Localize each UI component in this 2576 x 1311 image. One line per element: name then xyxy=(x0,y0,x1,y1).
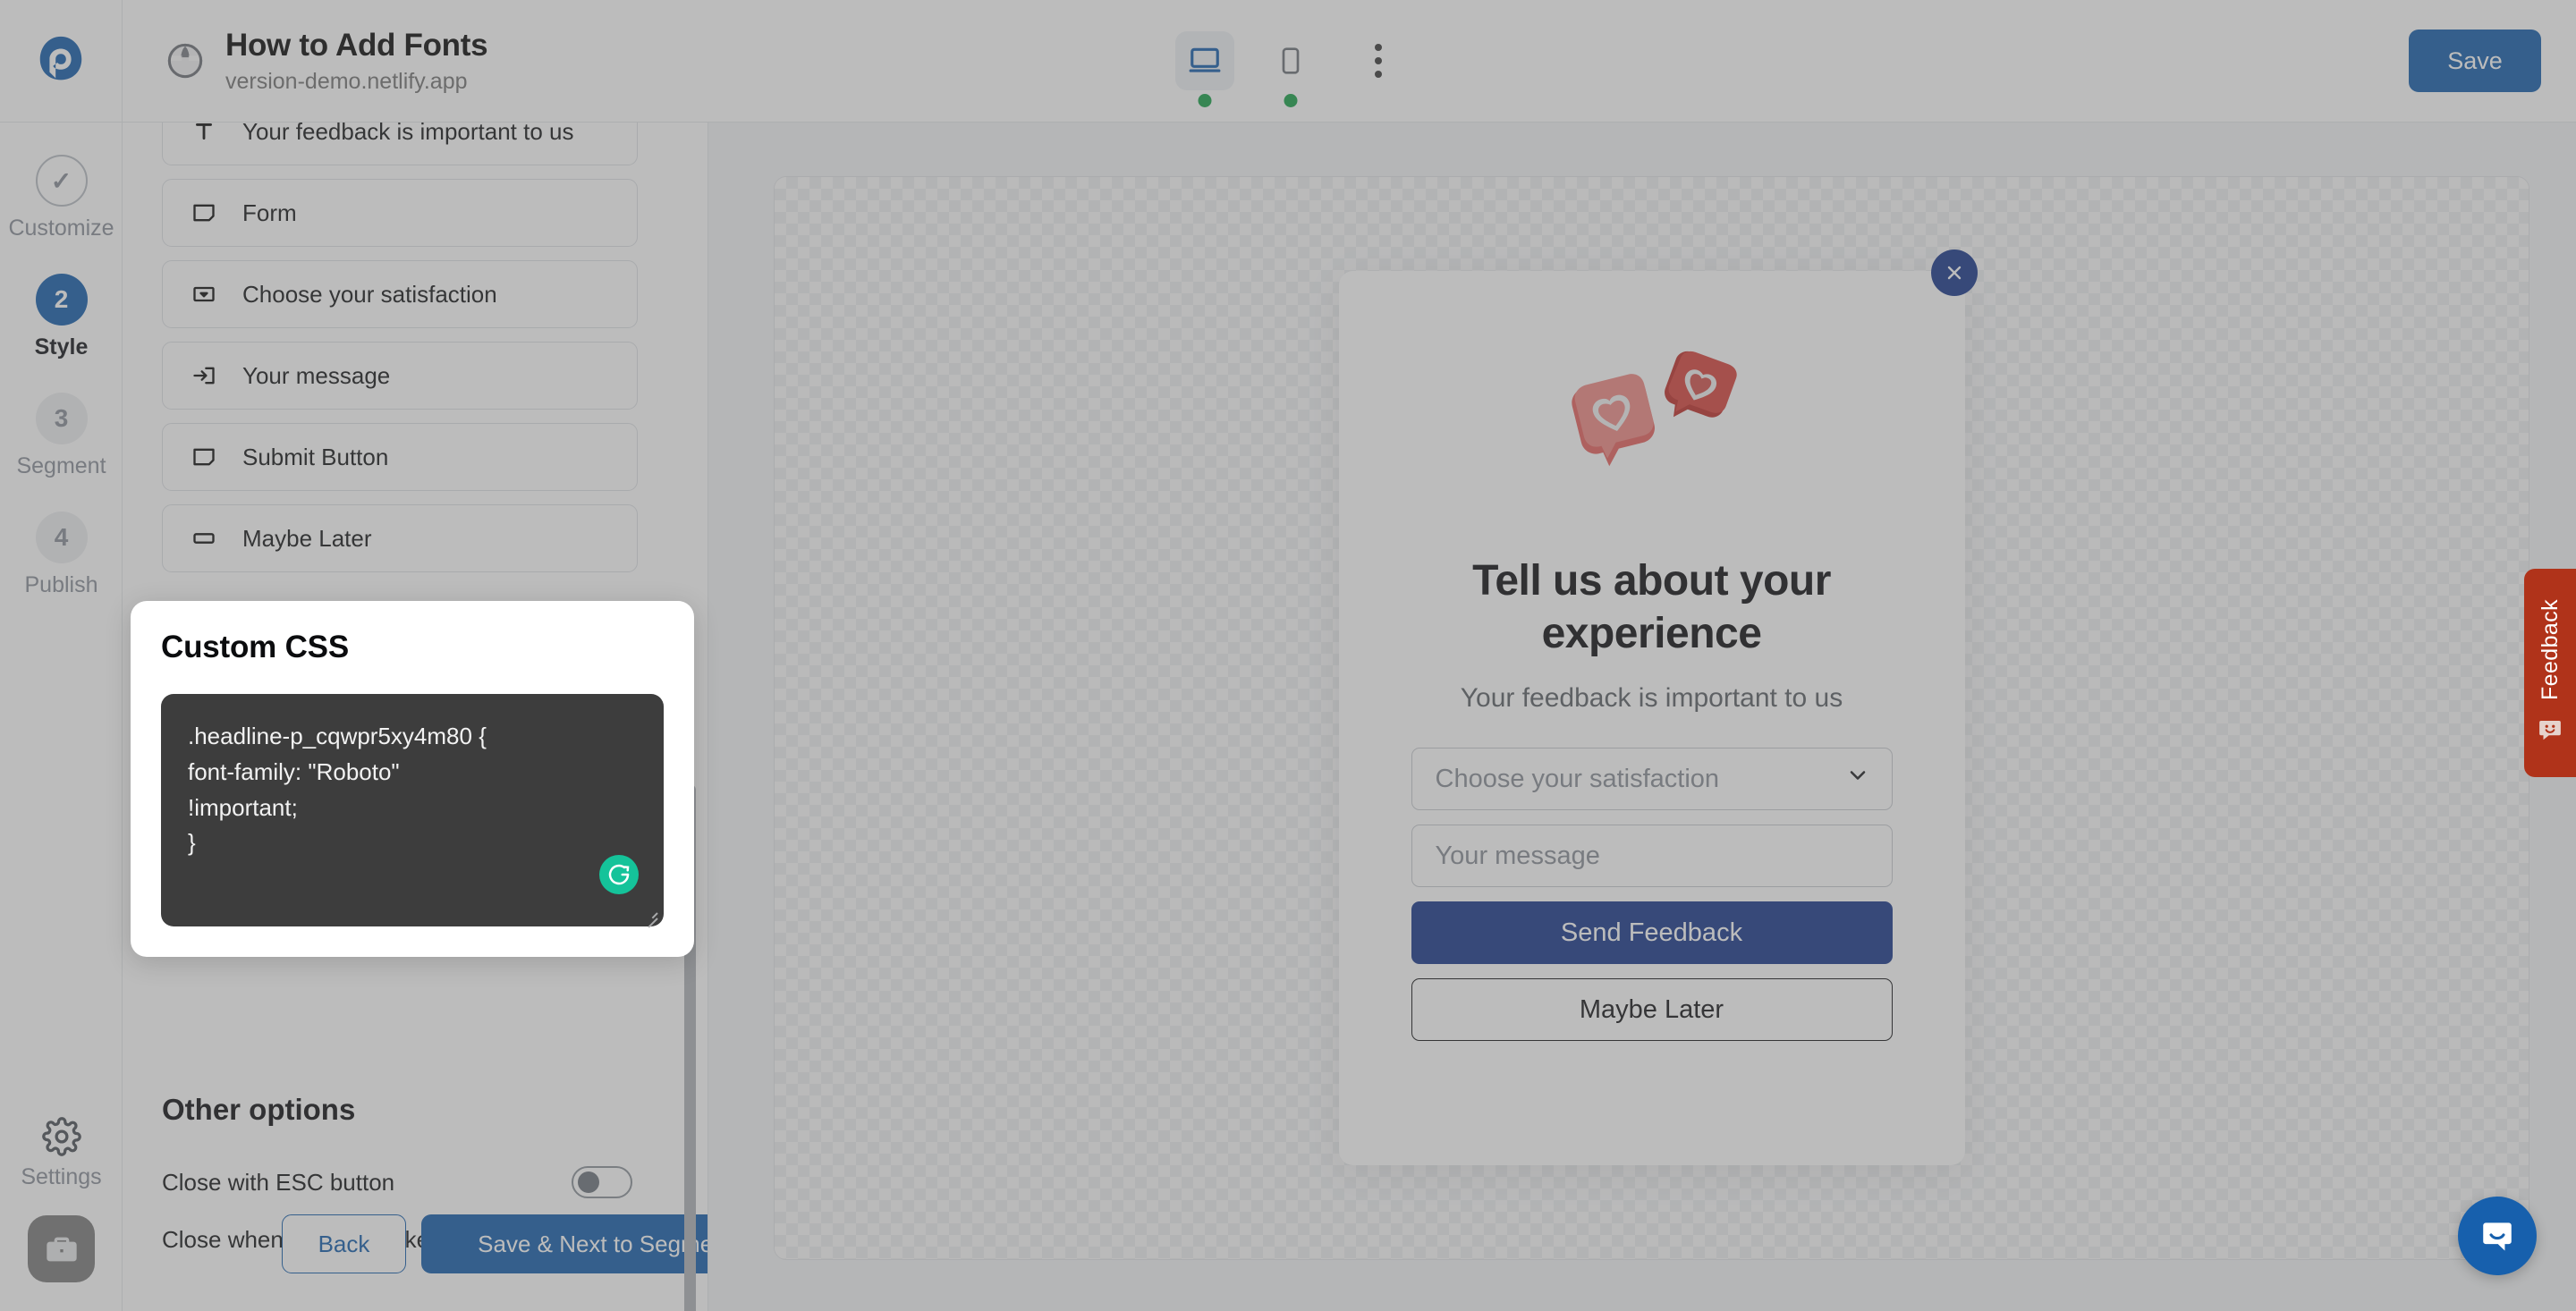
block-label: Maybe Later xyxy=(242,524,372,552)
mobile-status-dot xyxy=(1284,94,1298,107)
block-row-maybe-later[interactable]: Maybe Later xyxy=(162,504,638,572)
close-icon xyxy=(1947,266,1961,280)
step-badge: 3 xyxy=(35,393,88,444)
text-icon xyxy=(189,123,219,147)
preview-stage: Tell us about your experience Your feedb… xyxy=(708,123,2576,1311)
custom-css-title: Custom CSS xyxy=(161,630,349,664)
block-row-form[interactable]: Form xyxy=(162,179,638,247)
footer-actions: Back Save & Next to Segments xyxy=(282,1214,708,1273)
modal-title: Tell us about your experience xyxy=(1472,557,1831,657)
smiley-message-icon xyxy=(2537,716,2563,748)
button-icon xyxy=(189,523,219,554)
rail-step-segment[interactable]: 3 Segment xyxy=(0,393,123,479)
more-options-button[interactable] xyxy=(1356,31,1401,90)
block-row-input[interactable]: Your message xyxy=(162,342,638,410)
grammarly-icon[interactable] xyxy=(599,855,639,894)
custom-css-code: .headline-p_cqwpr5xy4m80 { font-family: … xyxy=(188,723,487,857)
preview-canvas: Tell us about your experience Your feedb… xyxy=(774,176,2529,1260)
block-row-select[interactable]: Choose your satisfaction xyxy=(162,260,638,328)
top-bar: How to Add Fonts version-demo.netlify.ap… xyxy=(0,0,2576,123)
mobile-icon xyxy=(1282,47,1300,74)
rail-step-publish[interactable]: 4 Publish xyxy=(0,512,123,598)
chevron-down-icon xyxy=(1845,763,1870,795)
step-label: Publish xyxy=(24,572,98,597)
feedback-tab-label: Feedback xyxy=(2537,598,2563,700)
block-label: Choose your satisfaction xyxy=(242,280,497,308)
mobile-view-button[interactable] xyxy=(1261,31,1320,107)
back-button[interactable]: Back xyxy=(282,1214,406,1273)
rail-step-style[interactable]: 2 Style xyxy=(0,274,123,360)
device-switch xyxy=(1175,31,1401,107)
block-label: Your message xyxy=(242,361,391,389)
step-label: Customize xyxy=(8,216,114,241)
page-title: How to Add Fonts xyxy=(225,27,488,63)
block-row-text[interactable]: Your feedback is important to us xyxy=(162,123,638,165)
save-next-to-segments-button[interactable]: Save & Next to Segments xyxy=(421,1214,708,1273)
maybe-later-button[interactable]: Maybe Later xyxy=(1411,978,1893,1042)
block-row-submit[interactable]: Submit Button xyxy=(162,423,638,491)
modal-subtitle: Your feedback is important to us xyxy=(1460,683,1843,714)
page-subtitle: version-demo.netlify.app xyxy=(225,68,468,94)
kebab-menu-icon xyxy=(1375,44,1382,51)
close-with-esc-toggle[interactable] xyxy=(572,1166,632,1198)
step-label: Style xyxy=(34,334,89,359)
kebab-menu-icon xyxy=(1375,57,1382,64)
block-label: Submit Button xyxy=(242,443,389,470)
other-options-title: Other options xyxy=(162,1093,356,1126)
step-badge: ✓ xyxy=(35,155,88,207)
select-icon xyxy=(189,279,219,309)
input-icon xyxy=(189,360,219,391)
save-button[interactable]: Save xyxy=(2409,30,2541,92)
message-placeholder: Your message xyxy=(1435,841,1600,870)
feedback-tab[interactable]: Feedback xyxy=(2524,569,2576,777)
modal-form: Choose your satisfaction Your message Se… xyxy=(1411,748,1893,1042)
toggle-knob xyxy=(578,1171,599,1193)
workspace-button[interactable] xyxy=(28,1215,95,1282)
message-input[interactable]: Your message xyxy=(1411,825,1893,888)
step-label: Segment xyxy=(16,453,106,478)
desktop-view-button[interactable] xyxy=(1175,31,1234,107)
feedback-modal-preview: Tell us about your experience Your feedb… xyxy=(1338,250,1978,1165)
block-label: Form xyxy=(242,199,297,226)
step-badge: 4 xyxy=(35,512,88,563)
rail-item-settings[interactable]: Settings xyxy=(0,1117,123,1190)
desktop-icon xyxy=(1189,47,1221,72)
chat-launcher-button[interactable] xyxy=(2458,1197,2537,1275)
modal-close-button[interactable] xyxy=(1930,250,1978,296)
step-rail: ✓ Customize 2 Style 3 Segment 4 Publish … xyxy=(0,123,123,1311)
app-root: How to Add Fonts version-demo.netlify.ap… xyxy=(0,0,2576,1311)
kebab-menu-icon xyxy=(1375,71,1382,78)
brand-zone xyxy=(0,0,123,123)
option-row-close-esc: Close with ESC button xyxy=(162,1154,632,1211)
block-label: Your feedback is important to us xyxy=(242,123,574,145)
satisfaction-select[interactable]: Choose your satisfaction xyxy=(1411,748,1893,811)
settings-label: Settings xyxy=(21,1164,102,1189)
heart-message-icon xyxy=(1558,348,1746,482)
opinion-drop-logo[interactable] xyxy=(33,33,89,89)
app-heading: How to Add Fonts version-demo.netlify.ap… xyxy=(165,27,488,95)
gear-icon xyxy=(41,1117,81,1156)
option-label: Close with ESC button xyxy=(162,1168,395,1196)
block-list: Your feedback is important to us Form Ch… xyxy=(162,123,638,586)
custom-css-textarea[interactable]: .headline-p_cqwpr5xy4m80 { font-family: … xyxy=(161,694,664,928)
custom-css-panel: Custom CSS .headline-p_cqwpr5xy4m80 { fo… xyxy=(131,601,694,957)
desktop-status-dot xyxy=(1198,94,1212,107)
globe-icon xyxy=(167,43,203,79)
form-icon xyxy=(189,198,219,228)
chat-bubble-icon xyxy=(2483,1222,2512,1251)
resize-grip[interactable] xyxy=(641,905,659,928)
satisfaction-placeholder: Choose your satisfaction xyxy=(1435,764,1720,793)
briefcase-icon xyxy=(46,1237,77,1261)
rail-step-customize[interactable]: ✓ Customize xyxy=(0,155,123,241)
form-icon xyxy=(189,442,219,472)
step-badge: 2 xyxy=(35,274,88,326)
send-feedback-button[interactable]: Send Feedback xyxy=(1411,901,1893,965)
